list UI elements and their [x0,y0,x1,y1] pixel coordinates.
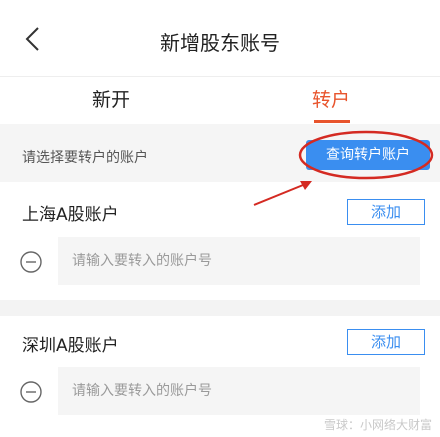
tab-active-indicator [314,120,350,123]
watermark: 雪球：小网络大财富 [323,418,432,432]
add-shanghai-button[interactable]: 添加 [347,199,425,225]
shenzhen-account-input[interactable] [58,367,420,415]
remove-icon[interactable] [20,251,42,273]
annotation-arrow [253,181,312,206]
page-title: 新增股东账号 [160,31,280,55]
hint-text: 请选择要转户的账户 [22,150,148,166]
section-divider [0,300,440,316]
add-shenzhen-button[interactable]: 添加 [347,329,425,355]
shanghai-account-input[interactable] [58,237,420,285]
tab-new-account[interactable]: 新开 [92,85,130,112]
tab-bar: 新开 转户 [0,76,440,123]
shanghai-account-label: 上海A股账户 [22,205,119,225]
remove-icon[interactable] [20,381,42,403]
tab-transfer[interactable]: 转户 [312,85,350,112]
shenzhen-account-label: 深圳A股账户 [22,336,119,356]
